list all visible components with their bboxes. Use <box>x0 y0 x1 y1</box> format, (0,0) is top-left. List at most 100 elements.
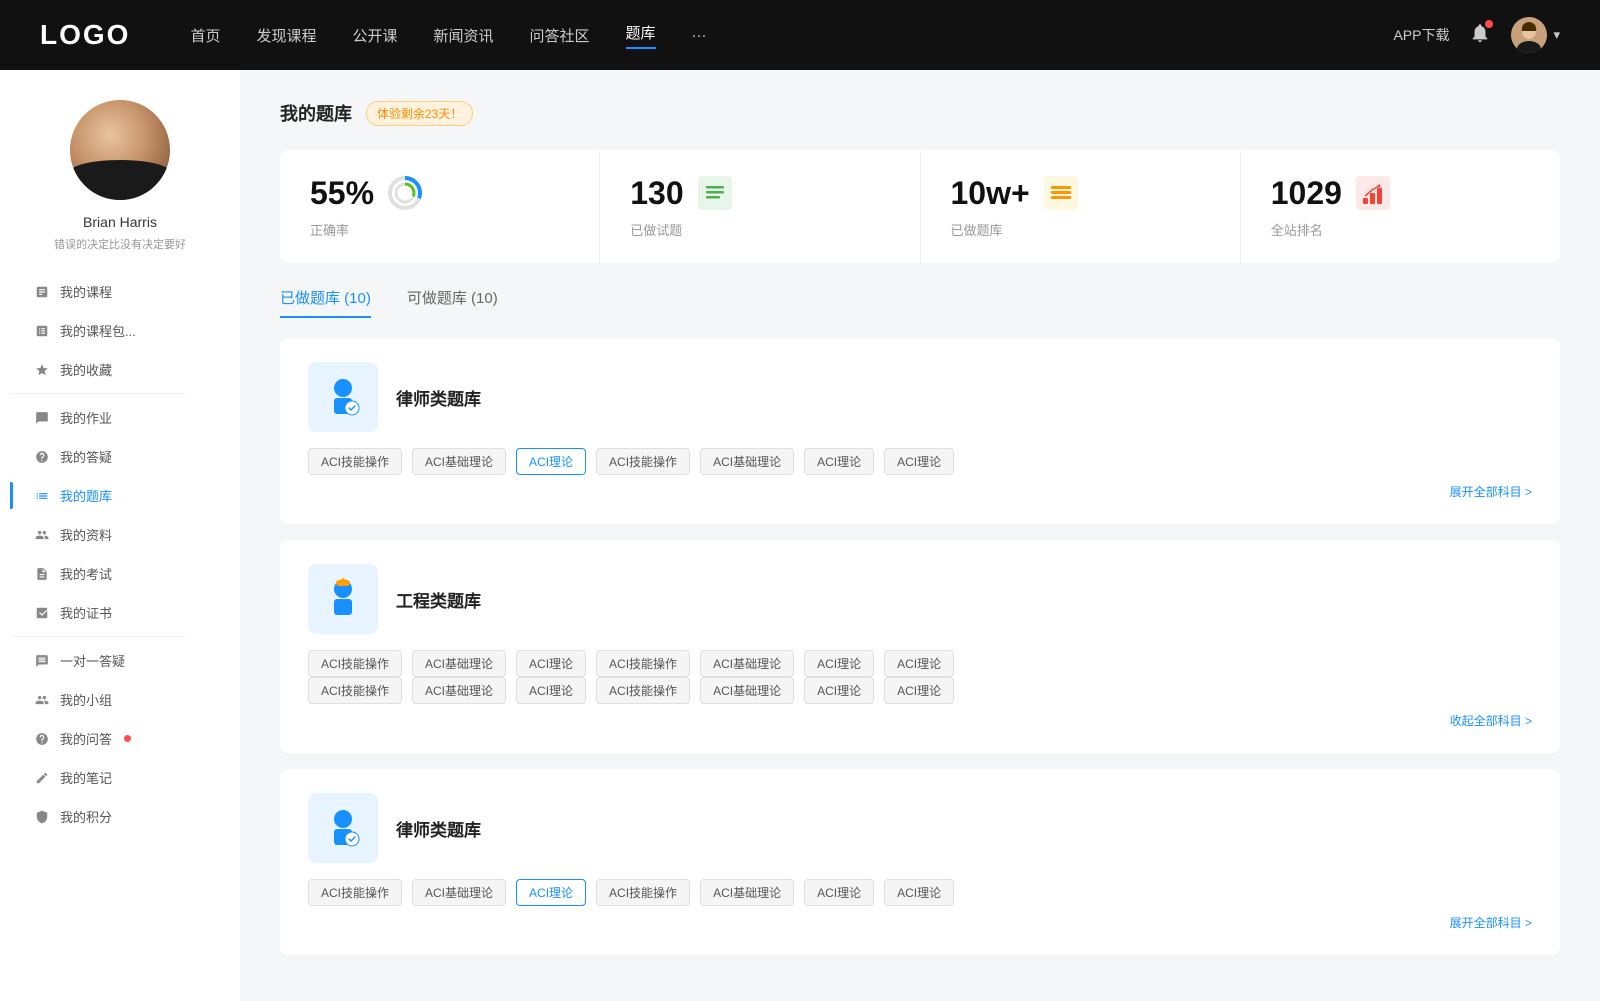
tag-2a-1[interactable]: ACI基础理论 <box>412 650 506 677</box>
stat-done-top: 130 <box>630 174 889 212</box>
sidebar-item-qna[interactable]: 我的答疑 <box>10 437 230 476</box>
sidebar-label-group: 我的小组 <box>60 690 112 709</box>
tag-3-1[interactable]: ACI基础理论 <box>412 879 506 906</box>
tag-1-1[interactable]: ACI基础理论 <box>412 448 506 475</box>
nav-courses[interactable]: 发现课程 <box>256 25 316 46</box>
bank-lawyer-icon-2 <box>308 793 378 863</box>
list-stat-icon <box>696 174 734 212</box>
tag-1-3[interactable]: ACI技能操作 <box>596 448 690 475</box>
tabs-row: 已做题库 (10) 可做题库 (10) <box>280 287 1560 318</box>
tag-2a-5[interactable]: ACI理论 <box>804 650 874 677</box>
bank-title-lawyer-1: 律师类题库 <box>396 385 481 410</box>
rank-stat-icon <box>1354 174 1392 212</box>
bank-title-engineer: 工程类题库 <box>396 587 481 612</box>
bank-tags-2a: ACI技能操作 ACI基础理论 ACI理论 ACI技能操作 ACI基础理论 AC… <box>308 650 1532 677</box>
sidebar-user-name: Brian Harris <box>83 214 157 230</box>
expand-bank-1[interactable]: 展开全部科目 > <box>308 483 1532 500</box>
sidebar-item-bank[interactable]: 我的题库 <box>10 476 230 515</box>
tag-2b-1[interactable]: ACI基础理论 <box>412 677 506 704</box>
bank-menu-icon <box>34 488 50 504</box>
tag-2b-4[interactable]: ACI基础理论 <box>700 677 794 704</box>
notification-dot <box>1485 20 1493 28</box>
tag-2b-6[interactable]: ACI理论 <box>884 677 954 704</box>
tag-2b-5[interactable]: ACI理论 <box>804 677 874 704</box>
nav-bank[interactable]: 题库 <box>626 22 656 49</box>
notification-bell[interactable] <box>1469 22 1491 49</box>
tag-2b-2[interactable]: ACI理论 <box>516 677 586 704</box>
sidebar: Brian Harris 错误的决定比没有决定要好 我的课程 我的课程包... <box>0 70 240 1001</box>
tag-1-4[interactable]: ACI基础理论 <box>700 448 794 475</box>
sidebar-item-course[interactable]: 我的课程 <box>10 272 230 311</box>
tag-2b-3[interactable]: ACI技能操作 <box>596 677 690 704</box>
bank-card-lawyer-2: 律师类题库 ACI技能操作 ACI基础理论 ACI理论 ACI技能操作 ACI基… <box>280 769 1560 955</box>
tag-3-6[interactable]: ACI理论 <box>884 879 954 906</box>
main-layout: Brian Harris 错误的决定比没有决定要好 我的课程 我的课程包... <box>0 70 1600 1001</box>
stat-rank-value: 1029 <box>1271 175 1342 212</box>
trial-badge: 体验剩余23天！ <box>366 101 473 126</box>
user-avatar-button[interactable]: ▾ <box>1511 17 1560 53</box>
sidebar-label-collection: 我的收藏 <box>60 360 112 379</box>
tag-3-0[interactable]: ACI技能操作 <box>308 879 402 906</box>
nav-news[interactable]: 新闻资讯 <box>434 25 494 46</box>
nav-open-course[interactable]: 公开课 <box>352 25 397 46</box>
tag-2b-0[interactable]: ACI技能操作 <box>308 677 402 704</box>
course-icon <box>34 284 50 300</box>
header: LOGO 首页 发现课程 公开课 新闻资讯 问答社区 题库 ··· APP下载 … <box>0 0 1600 70</box>
tag-3-4[interactable]: ACI基础理论 <box>700 879 794 906</box>
sidebar-label-course: 我的课程 <box>60 282 112 301</box>
sidebar-item-my-qa[interactable]: 我的问答 <box>10 719 230 758</box>
stat-accuracy: 55% 正确率 <box>280 150 600 263</box>
tag-1-2[interactable]: ACI理论 <box>516 448 586 475</box>
tag-1-0[interactable]: ACI技能操作 <box>308 448 402 475</box>
tag-1-5[interactable]: ACI理论 <box>804 448 874 475</box>
sidebar-item-notes[interactable]: 我的笔记 <box>10 758 230 797</box>
sidebar-label-exam: 我的考试 <box>60 564 112 583</box>
tag-2a-3[interactable]: ACI技能操作 <box>596 650 690 677</box>
stat-accuracy-top: 55% <box>310 174 569 212</box>
sidebar-item-exam[interactable]: 我的考试 <box>10 554 230 593</box>
exam-icon <box>34 566 50 582</box>
tag-2a-4[interactable]: ACI基础理论 <box>700 650 794 677</box>
notes-icon <box>34 770 50 786</box>
header-avatar <box>1511 17 1547 53</box>
one-on-one-icon <box>34 653 50 669</box>
nav-qa[interactable]: 问答社区 <box>530 25 590 46</box>
app-download-button[interactable]: APP下载 <box>1393 25 1449 45</box>
tag-1-6[interactable]: ACI理论 <box>884 448 954 475</box>
sidebar-item-package[interactable]: 我的课程包... <box>10 311 230 350</box>
sidebar-item-collection[interactable]: 我的收藏 <box>10 350 230 389</box>
tag-3-2[interactable]: ACI理论 <box>516 879 586 906</box>
collapse-bank-2[interactable]: 收起全部科目 > <box>308 712 1532 729</box>
sidebar-item-group[interactable]: 我的小组 <box>10 680 230 719</box>
tab-done-banks[interactable]: 已做题库 (10) <box>280 287 371 318</box>
group-icon <box>34 692 50 708</box>
header-chevron: ▾ <box>1553 27 1560 43</box>
tag-2a-0[interactable]: ACI技能操作 <box>308 650 402 677</box>
stat-done-label: 已做试题 <box>630 220 889 239</box>
profile-icon <box>34 527 50 543</box>
stat-banks-label: 已做题库 <box>951 220 1210 239</box>
sidebar-item-profile[interactable]: 我的资料 <box>10 515 230 554</box>
tag-3-5[interactable]: ACI理论 <box>804 879 874 906</box>
tag-2a-2[interactable]: ACI理论 <box>516 650 586 677</box>
tag-3-3[interactable]: ACI技能操作 <box>596 879 690 906</box>
sidebar-item-points[interactable]: 我的积分 <box>10 797 230 836</box>
tag-2a-6[interactable]: ACI理论 <box>884 650 954 677</box>
question-icon <box>34 449 50 465</box>
logo[interactable]: LOGO <box>40 19 130 51</box>
nav-more[interactable]: ··· <box>692 27 707 44</box>
stat-accuracy-value: 55% <box>310 175 374 212</box>
sidebar-item-homework[interactable]: 我的作业 <box>10 398 230 437</box>
stat-rank-top: 1029 <box>1271 174 1530 212</box>
expand-bank-3[interactable]: 展开全部科目 > <box>308 914 1532 931</box>
bank-tags-3: ACI技能操作 ACI基础理论 ACI理论 ACI技能操作 ACI基础理论 AC… <box>308 879 1532 906</box>
sidebar-user-motto: 错误的决定比没有决定要好 <box>54 236 186 252</box>
page-header: 我的题库 体验剩余23天！ <box>280 100 1560 126</box>
sidebar-label-points: 我的积分 <box>60 807 112 826</box>
nav-home[interactable]: 首页 <box>190 25 220 46</box>
bank-card-engineer: 工程类题库 ACI技能操作 ACI基础理论 ACI理论 ACI技能操作 ACI基… <box>280 540 1560 753</box>
sidebar-item-certificate[interactable]: 我的证书 <box>10 593 230 632</box>
tab-available-banks[interactable]: 可做题库 (10) <box>407 287 498 318</box>
sidebar-label-package: 我的课程包... <box>60 321 136 340</box>
sidebar-item-one-on-one[interactable]: 一对一答疑 <box>10 641 230 680</box>
